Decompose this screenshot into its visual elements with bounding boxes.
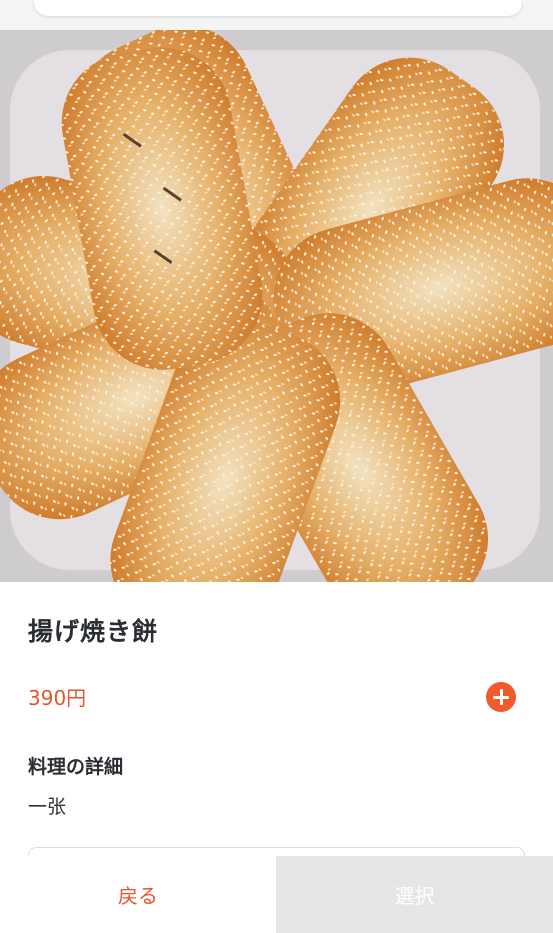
search-bar-edge[interactable]: [34, 0, 522, 16]
bottom-action-bar: 戻る 選択: [0, 856, 553, 933]
details-heading: 料理の詳細: [28, 756, 124, 778]
plus-icon-vertical: [499, 689, 503, 705]
top-bar: [0, 0, 553, 30]
dish-title: 揚げ焼き餅: [28, 617, 159, 646]
select-button[interactable]: 選択: [276, 856, 553, 933]
add-to-cart-button[interactable]: [486, 682, 516, 712]
details-value: 一张: [28, 796, 67, 818]
back-button[interactable]: 戻る: [0, 856, 276, 933]
dish-photo: [0, 30, 553, 582]
dish-price: 390円: [28, 686, 87, 710]
